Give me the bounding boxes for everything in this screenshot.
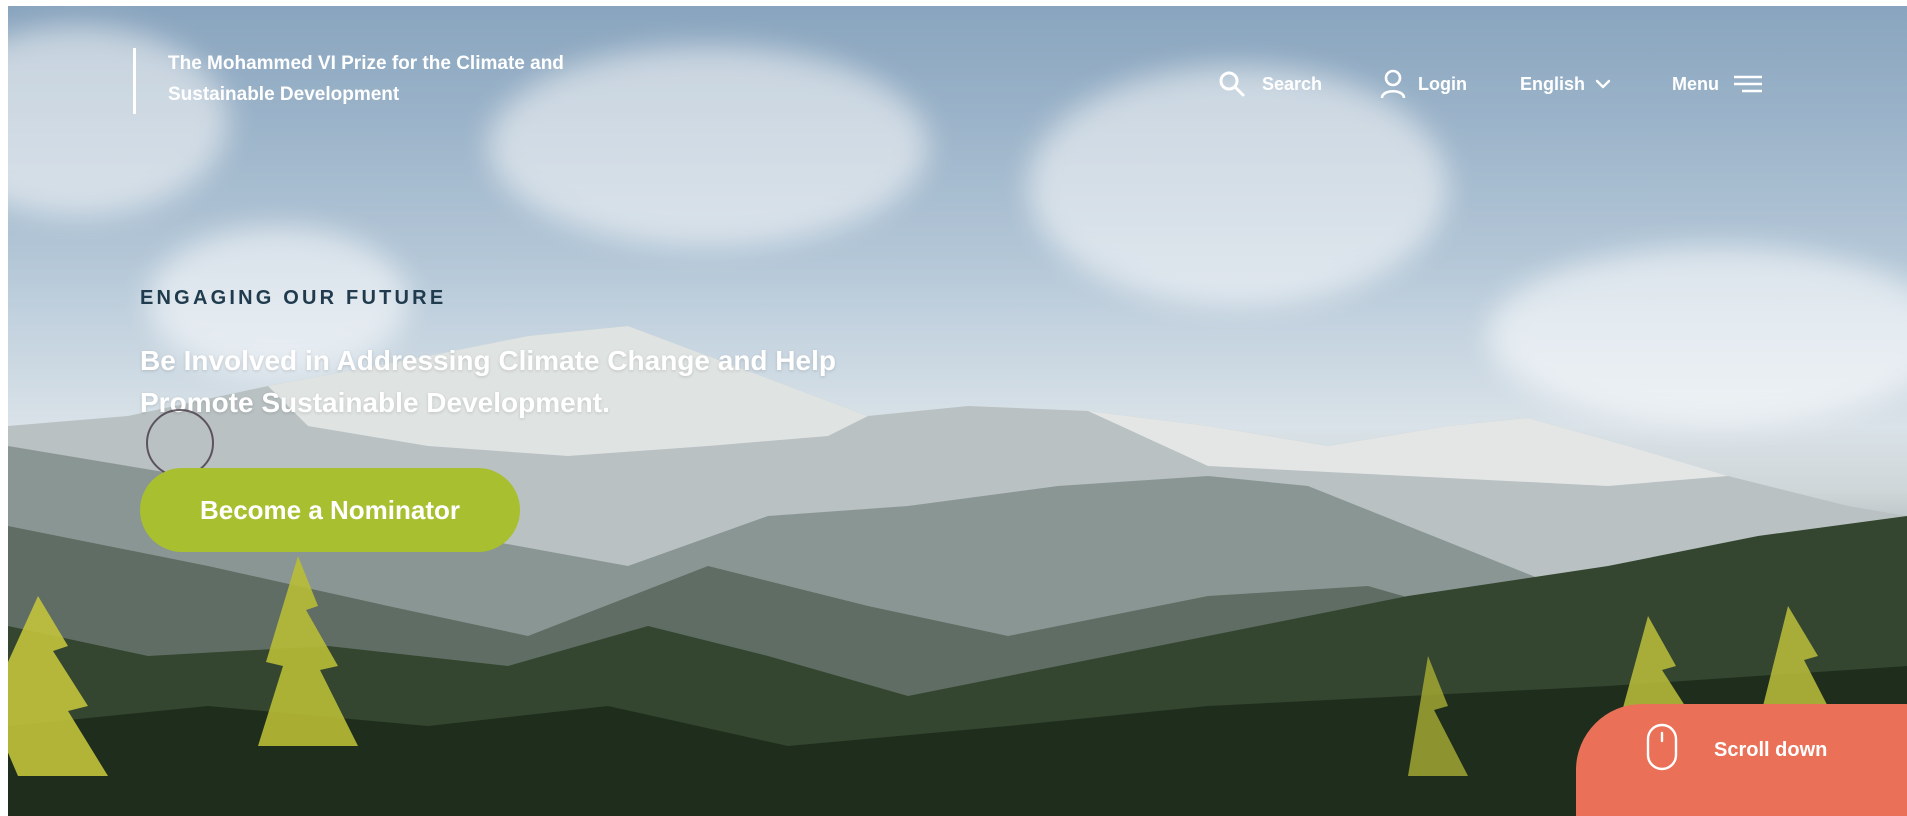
site-brand[interactable]: The Mohammed VI Prize for the Climate an… <box>133 48 588 114</box>
language-label: English <box>1520 73 1586 94</box>
language-selector[interactable]: English <box>1520 66 1611 102</box>
mouse-icon <box>1646 723 1678 777</box>
hamburger-icon <box>1733 73 1763 95</box>
chevron-down-icon <box>1595 79 1611 89</box>
login-label: Login <box>1418 73 1467 94</box>
menu-button[interactable]: Menu <box>1672 66 1763 102</box>
brand-line-2: Sustainable Development <box>168 84 400 105</box>
headline-line-2: Promote Sustainable Development. <box>140 387 610 418</box>
scroll-down-button[interactable]: Scroll down <box>1576 704 1907 816</box>
search-button[interactable]: Search <box>1218 66 1322 102</box>
menu-label: Menu <box>1672 73 1719 94</box>
user-icon <box>1380 69 1406 99</box>
scroll-down-label: Scroll down <box>1714 738 1828 761</box>
cursor-ring <box>146 409 214 477</box>
brand-line-1: The Mohammed VI Prize for the Climate an… <box>168 53 564 74</box>
headline-line-1: Be Involved in Addressing Climate Change… <box>140 345 836 376</box>
search-label: Search <box>1262 73 1323 94</box>
become-nominator-button[interactable]: Become a Nominator <box>140 468 520 552</box>
hero-eyebrow: ENGAGING OUR FUTURE <box>140 287 447 309</box>
search-icon <box>1218 70 1246 98</box>
login-button[interactable]: Login <box>1380 66 1467 102</box>
hero-headline: Be Involved in Addressing Climate Change… <box>140 340 900 424</box>
